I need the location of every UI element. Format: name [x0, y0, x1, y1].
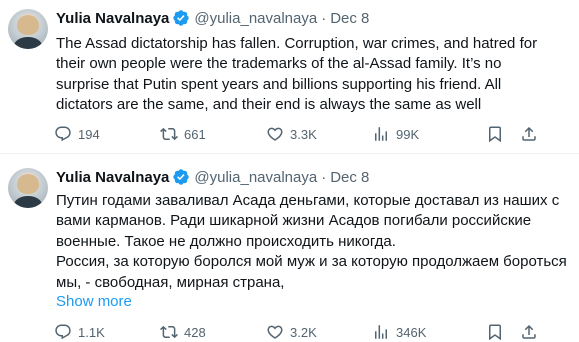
tweet-text-line: вами карманов. Ради шикарной жизни Асадо…	[56, 212, 532, 230]
avatar[interactable]	[8, 9, 48, 49]
verified-badge-icon	[172, 168, 190, 186]
author-name[interactable]: Yulia Navalnaya	[56, 10, 169, 27]
show-more-link[interactable]: Show more	[56, 293, 132, 310]
repost-icon	[160, 125, 178, 143]
views-button[interactable]: 346K	[372, 322, 426, 342]
tweet-text-line: военные. Такое не должно происходить ник…	[56, 232, 396, 250]
bookmark-button[interactable]	[486, 124, 504, 144]
tweet-date[interactable]: Dec 8	[330, 169, 369, 186]
tweet-text: The Assad dictatorship has fallen. Corru…	[56, 34, 571, 116]
views-count: 346K	[396, 324, 427, 340]
tweet-actions: 194 661 3.3K 99K	[54, 124, 554, 144]
reply-icon	[54, 323, 72, 341]
header-separator: ·	[321, 9, 327, 27]
tweet-text-line: their own people were the trademarks of …	[56, 55, 502, 73]
share-icon	[520, 125, 538, 143]
like-icon	[266, 125, 284, 143]
views-count: 99K	[396, 126, 420, 142]
verified-badge-icon	[172, 9, 190, 27]
like-button[interactable]: 3.2K	[266, 322, 317, 342]
repost-count: 428	[184, 324, 206, 340]
reply-icon	[54, 125, 72, 143]
like-count: 3.3K	[290, 126, 317, 142]
header-separator: ·	[321, 168, 327, 186]
tweet-2[interactable]: Yulia Navalnaya @yulia_navalnaya · Dec 8…	[0, 154, 579, 339]
repost-count: 661	[184, 126, 206, 142]
bookmark-icon	[486, 125, 504, 143]
like-button[interactable]: 3.3K	[266, 124, 317, 144]
tweet-1[interactable]: Yulia Navalnaya @yulia_navalnaya · Dec 8…	[0, 0, 579, 153]
share-icon	[520, 323, 538, 341]
reply-count: 1.1K	[78, 324, 105, 340]
tweet-text-line: мы, - свободная, мирная страна,	[56, 273, 285, 291]
tweet-text-line: Путин годами заваливал Асада деньгами, к…	[56, 192, 560, 209]
repost-button[interactable]: 661	[160, 124, 206, 144]
views-icon	[372, 323, 390, 341]
repost-button[interactable]: 428	[160, 322, 206, 342]
author-name[interactable]: Yulia Navalnaya	[56, 169, 169, 186]
tweet-header: Yulia Navalnaya @yulia_navalnaya · Dec 8	[56, 167, 369, 187]
share-button[interactable]	[520, 124, 538, 144]
tweet-text-line: Россия, за которую боролся мой муж и за …	[56, 253, 567, 271]
tweet-text: Путин годами заваливал Асада деньгами, к…	[56, 191, 571, 293]
tweet-date[interactable]: Dec 8	[330, 10, 369, 27]
author-handle[interactable]: @yulia_navalnaya	[194, 169, 317, 186]
author-handle[interactable]: @yulia_navalnaya	[194, 10, 317, 27]
views-icon	[372, 125, 390, 143]
avatar[interactable]	[8, 168, 48, 208]
like-icon	[266, 323, 284, 341]
reply-count: 194	[78, 126, 100, 142]
reply-button[interactable]: 194	[54, 124, 100, 144]
repost-icon	[160, 323, 178, 341]
tweet-header: Yulia Navalnaya @yulia_navalnaya · Dec 8	[56, 8, 369, 28]
tweet-text-line: The Assad dictatorship has fallen. Corru…	[56, 35, 538, 52]
bookmark-button[interactable]	[486, 322, 504, 342]
tweet-text-line: dictators are the same, and their end is…	[56, 96, 482, 114]
reply-button[interactable]: 1.1K	[54, 322, 105, 342]
share-button[interactable]	[520, 322, 538, 342]
bookmark-icon	[486, 323, 504, 341]
tweet-actions: 1.1K 428 3.2K 346K	[54, 322, 554, 342]
like-count: 3.2K	[290, 324, 317, 340]
views-button[interactable]: 99K	[372, 124, 419, 144]
tweet-text-line: surprise that Putin spent years and bill…	[56, 75, 502, 93]
